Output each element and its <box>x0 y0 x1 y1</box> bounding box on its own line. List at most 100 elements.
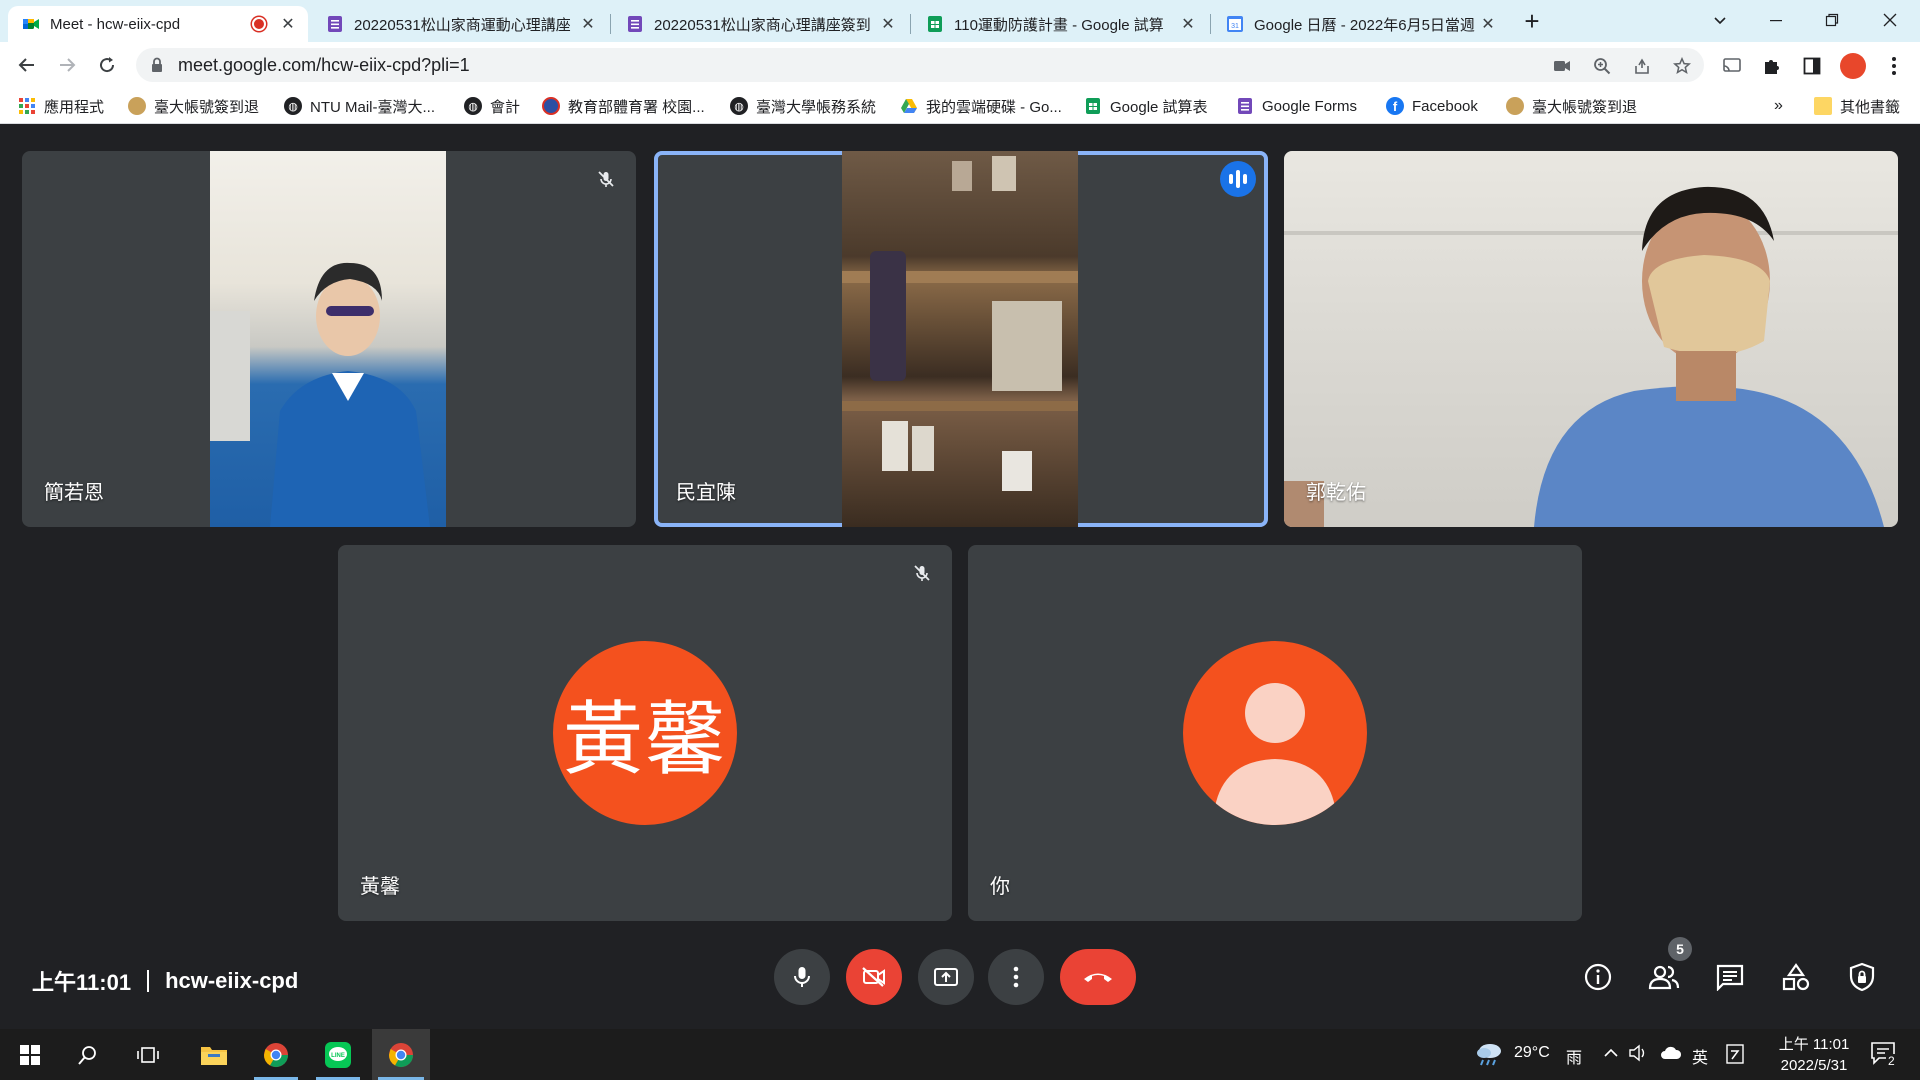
meeting-details-button[interactable] <box>1580 959 1616 995</box>
onedrive-cloud-icon[interactable] <box>1660 1046 1682 1060</box>
forward-button[interactable] <box>52 50 82 80</box>
cast-icon[interactable] <box>1720 54 1744 78</box>
tab-close-icon[interactable]: ✕ <box>878 14 898 34</box>
bookmark-ntu-signin[interactable]: 臺大帳號簽到退 <box>128 96 259 116</box>
participant-tile-active-speaker[interactable]: 民宜陳 <box>654 151 1268 527</box>
bookmark-star-icon[interactable] <box>1672 56 1692 76</box>
chrome-icon <box>389 1042 413 1067</box>
participant-tile[interactable]: 郭乾佑 <box>1284 151 1898 527</box>
microphone-button[interactable] <box>774 949 830 1005</box>
bookmark-apps[interactable]: 應用程式 <box>18 96 104 116</box>
address-bar[interactable]: meet.google.com/hcw-eiix-cpd?pli=1 <box>136 48 1704 82</box>
clock-date: 2022/5/31 <box>1780 1057 1848 1074</box>
globe-icon: ◍ <box>284 97 302 115</box>
tab-separator <box>1210 14 1211 34</box>
participant-tile[interactable]: 黃馨 黃馨 <box>338 545 952 921</box>
participant-name: 郭乾佑 <box>1306 482 1366 504</box>
mic-muted-icon <box>908 559 936 587</box>
bookmark-label: 臺大帳號簽到退 <box>154 98 260 116</box>
bookmark-facebook[interactable]: f Facebook <box>1386 96 1478 116</box>
participant-tile[interactable]: 簡若恩 <box>22 151 636 527</box>
bookmark-google-sheets[interactable]: Google 試算表 <box>1084 96 1208 116</box>
speaker-volume-icon[interactable] <box>1628 1044 1648 1062</box>
recording-indicator-icon <box>252 17 266 31</box>
tab-forms-2[interactable]: 20220531松山家商心理講座簽到 ✕ <box>612 6 908 42</box>
meeting-code[interactable]: hcw-eiix-cpd <box>165 968 298 994</box>
chrome-taskbar-button-active[interactable] <box>372 1029 430 1080</box>
camera-off-icon <box>862 967 885 987</box>
arrow-left-icon <box>18 58 34 72</box>
people-button[interactable]: 5 <box>1646 937 1692 995</box>
more-menu-icon[interactable] <box>1882 54 1906 78</box>
microphone-icon <box>794 967 810 987</box>
extensions-puzzle-icon[interactable] <box>1760 54 1784 78</box>
tab-title: 110運動防護計畫 - Google 試算 <box>954 16 1164 34</box>
back-button[interactable] <box>12 50 42 80</box>
tab-forms-1[interactable]: 20220531松山家商運動心理講座 ✕ <box>312 6 608 42</box>
clock-time: 上午 11:01 <box>1778 1036 1850 1053</box>
tab-sheets[interactable]: 110運動防護計畫 - Google 試算 ✕ <box>912 6 1208 42</box>
weather-description[interactable]: 雨 <box>1566 1044 1582 1068</box>
url-text[interactable]: meet.google.com/hcw-eiix-cpd?pli=1 <box>178 55 470 76</box>
tab-calendar[interactable]: 31 Google 日曆 - 2022年6月5日當週 ✕ <box>1212 6 1508 42</box>
ime-mode-icon[interactable] <box>1726 1044 1744 1064</box>
task-view-button[interactable] <box>120 1029 176 1080</box>
start-button[interactable] <box>2 1029 58 1080</box>
camera-in-use-icon[interactable] <box>1552 56 1572 76</box>
ntu-seal-icon <box>128 97 146 115</box>
minimize-icon[interactable] <box>1748 0 1804 40</box>
speaking-indicator-icon <box>1220 161 1256 197</box>
bookmark-google-drive[interactable]: 我的雲端硬碟 - Go... <box>900 96 1062 116</box>
bookmark-label: NTU Mail-臺灣大... <box>310 98 435 116</box>
weather-rain-icon[interactable] <box>1474 1041 1504 1067</box>
new-tab-button[interactable]: + <box>1516 6 1548 38</box>
tab-close-icon[interactable]: ✕ <box>278 14 298 34</box>
bookmark-moe-sports[interactable]: 教育部體育署 校園... <box>542 96 705 116</box>
restore-icon[interactable] <box>1804 0 1860 40</box>
avatar <box>1183 641 1367 825</box>
profile-avatar[interactable] <box>1840 53 1866 79</box>
bookmark-ntu-signin-2[interactable]: 臺大帳號簽到退 <box>1506 96 1637 116</box>
more-options-button[interactable] <box>988 949 1044 1005</box>
self-tile[interactable]: 你 <box>968 545 1582 921</box>
line-app-icon: LINE <box>325 1041 351 1068</box>
reload-button[interactable] <box>92 50 122 80</box>
bookmark-ntu-mail[interactable]: ◍ NTU Mail-臺灣大... <box>284 96 435 116</box>
lock-icon[interactable] <box>150 56 164 74</box>
tab-close-icon[interactable]: ✕ <box>1178 14 1198 34</box>
bookmark-ntu-finance[interactable]: ◍ 臺灣大學帳務系統 <box>730 96 876 116</box>
present-screen-button[interactable] <box>918 949 974 1005</box>
chat-button[interactable] <box>1712 959 1748 995</box>
bookmarks-overflow-button[interactable]: » <box>1774 96 1783 116</box>
activities-button[interactable] <box>1778 959 1814 995</box>
bookmark-accounting[interactable]: ◍ 會計 <box>464 96 520 116</box>
tab-close-icon[interactable]: ✕ <box>1478 14 1498 34</box>
arrow-right-icon <box>60 58 76 72</box>
close-window-icon[interactable] <box>1862 0 1918 40</box>
host-controls-button[interactable] <box>1844 959 1880 995</box>
file-explorer-button[interactable] <box>186 1029 242 1080</box>
camera-off-button[interactable] <box>846 949 902 1005</box>
tab-close-icon[interactable]: ✕ <box>578 14 598 34</box>
participant-name: 民宜陳 <box>676 482 736 504</box>
notification-count: 2 <box>1886 1054 1897 1068</box>
side-panel-icon[interactable] <box>1800 54 1824 78</box>
bookmark-google-forms[interactable]: Google Forms <box>1236 96 1357 116</box>
weather-temperature[interactable]: 29°C <box>1514 1044 1550 1062</box>
notification-center-button[interactable]: 2 <box>1870 1041 1900 1069</box>
bookmark-label: 教育部體育署 校園... <box>568 98 705 116</box>
chrome-taskbar-button[interactable] <box>248 1029 304 1080</box>
ime-language-indicator[interactable]: 英 <box>1692 1044 1708 1068</box>
zoom-icon[interactable] <box>1592 56 1612 76</box>
other-bookmarks-folder[interactable]: 其他書籤 <box>1814 96 1900 116</box>
leave-call-button[interactable] <box>1060 949 1136 1005</box>
search-button[interactable] <box>60 1029 116 1080</box>
system-clock[interactable]: 上午 11:01 2022/5/31 <box>1764 1034 1864 1076</box>
line-taskbar-button[interactable]: LINE <box>310 1029 366 1080</box>
share-icon[interactable] <box>1632 56 1652 76</box>
tab-meet[interactable]: Meet - hcw-eiix-cpd ✕ <box>8 6 308 42</box>
mic-muted-icon <box>592 165 620 193</box>
tab-search-icon[interactable] <box>1692 0 1748 40</box>
chevron-up-icon[interactable] <box>1604 1048 1618 1058</box>
bookmark-label: 會計 <box>490 98 521 116</box>
